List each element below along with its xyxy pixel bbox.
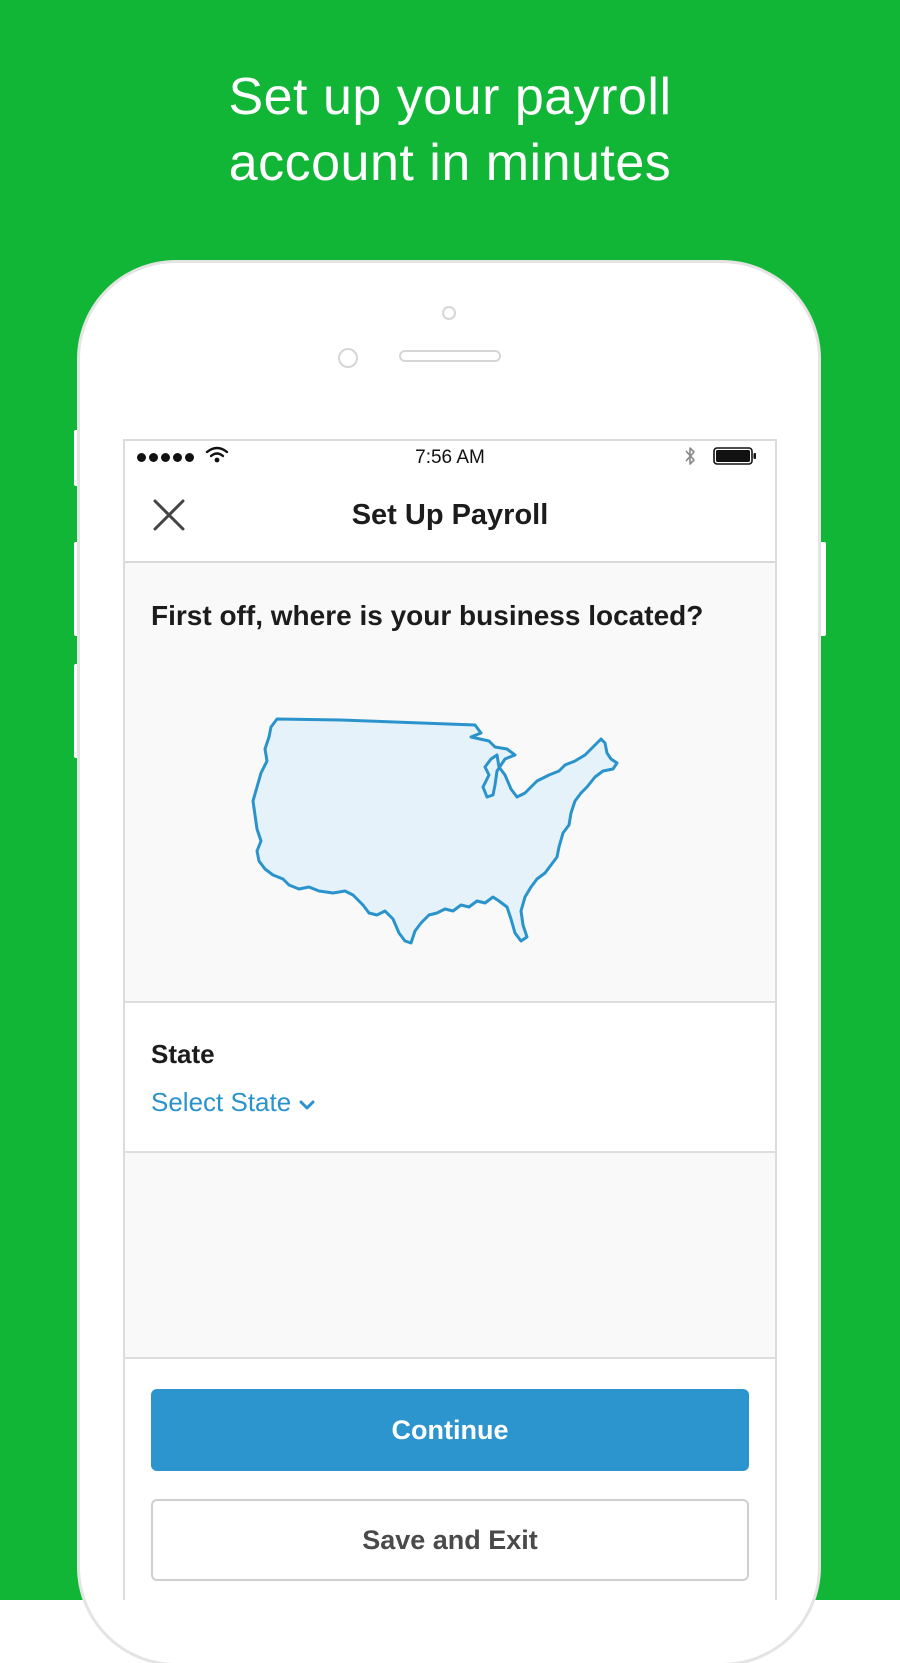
- state-field: State Select State: [125, 1003, 775, 1153]
- front-camera: [442, 306, 456, 320]
- headline-line-2: account in minutes: [228, 134, 672, 192]
- earpiece-speaker: [399, 350, 501, 362]
- battery-icon: [713, 447, 756, 465]
- state-dropdown-value: Select State: [151, 1087, 292, 1117]
- state-dropdown[interactable]: Select State: [151, 1087, 315, 1118]
- proximity-sensor: [338, 348, 358, 368]
- page-title: Set Up Payroll: [351, 499, 549, 531]
- save-and-exit-button[interactable]: Save and Exit: [151, 1499, 749, 1581]
- navigation-bar: Set Up Payroll: [125, 475, 775, 563]
- status-time: 7:56 AM: [415, 447, 485, 468]
- empty-content-area: [125, 1153, 775, 1359]
- headline-line-1: Set up your payroll: [228, 68, 672, 126]
- phone-power-button: [818, 542, 826, 636]
- state-label: State: [151, 1039, 215, 1069]
- bluetooth-icon: [685, 447, 695, 465]
- location-section: First off, where is your business locate…: [125, 563, 775, 1003]
- chevron-down-icon: [299, 1100, 315, 1109]
- promo-headline: Set up your payroll account in minutes: [0, 64, 900, 196]
- app-screen: 7:56 AM Set Up Payroll First off, where …: [123, 439, 777, 1600]
- continue-button[interactable]: Continue: [151, 1389, 749, 1471]
- status-bar: 7:56 AM: [125, 441, 775, 475]
- location-question: First off, where is your business locate…: [151, 600, 704, 631]
- usa-map-icon: [251, 717, 619, 945]
